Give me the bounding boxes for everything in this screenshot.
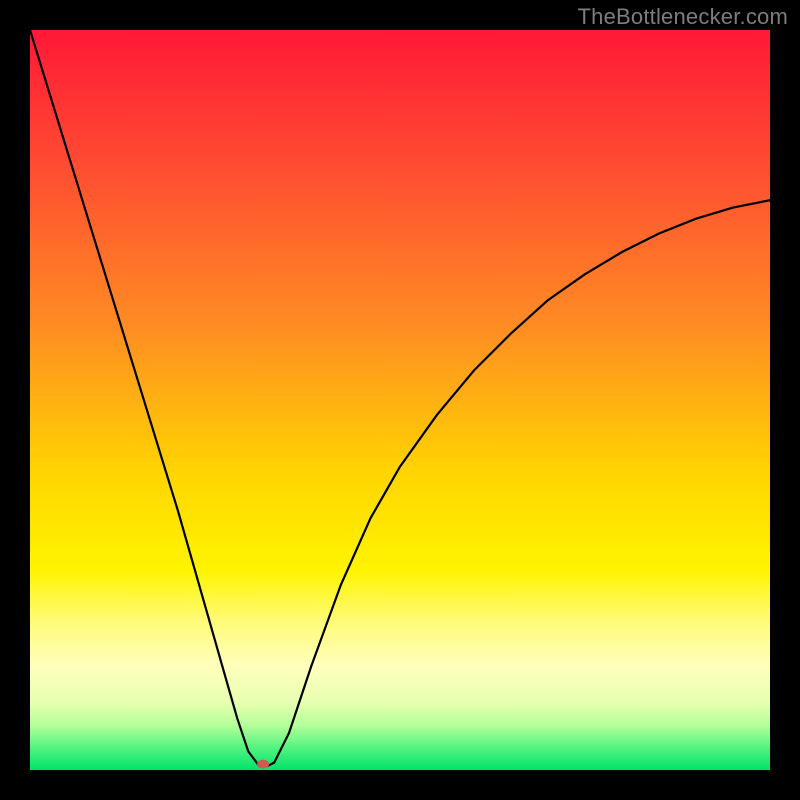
chart-frame: TheBottlenecker.com [0,0,800,800]
watermark-text: TheBottlenecker.com [578,4,788,30]
gradient-background [30,30,770,770]
bottleneck-chart [30,30,770,770]
optimum-marker [257,760,269,769]
